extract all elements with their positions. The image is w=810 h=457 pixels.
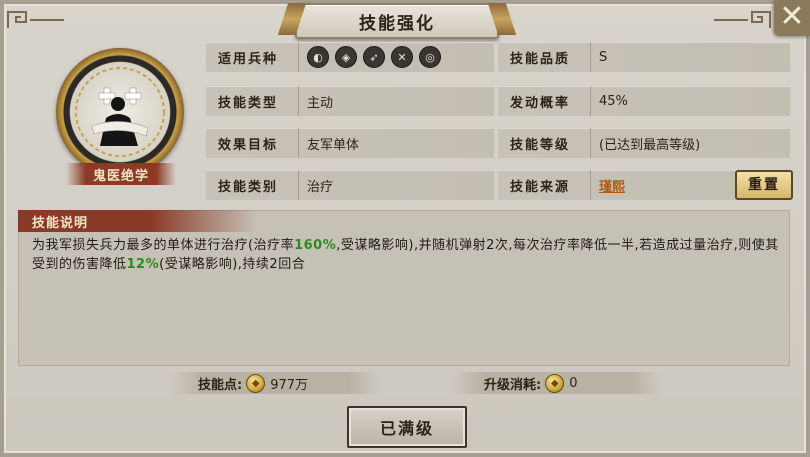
coin-icon: ◆: [246, 373, 266, 393]
window-title: 技能强化: [359, 13, 435, 34]
row-label: 技能等级: [498, 128, 591, 158]
close-button[interactable]: ✕: [774, 0, 810, 36]
upgrade-cost-label: 升级消耗:: [484, 377, 542, 393]
damage-reduction-value: 12%: [126, 257, 160, 272]
spear-unit-icon: ✕: [391, 46, 413, 68]
skill-name: 鬼医绝学: [92, 168, 149, 184]
row-label: 技能来源: [498, 170, 591, 200]
row-label: 效果目标: [206, 128, 299, 158]
info-row-quality: 技能品质 S: [498, 42, 790, 72]
info-row-category: 技能类别 治疗: [206, 170, 494, 200]
shield-unit-icon: ◐: [307, 46, 329, 68]
bow-unit-icon: ➶: [363, 46, 385, 68]
description-part: 为我军损失兵力最多的单体进行治疗(治疗率: [32, 238, 295, 253]
skill-emblem: [56, 48, 184, 176]
row-value: 主动: [307, 95, 334, 111]
skill-points-bar: 技能点: ◆ 977万: [170, 372, 380, 394]
skill-name-plate: 鬼医绝学: [66, 163, 176, 185]
corner-ornament-left: [7, 11, 64, 28]
row-value: 友军单体: [307, 137, 360, 153]
description-title: 技能说明: [32, 215, 89, 231]
upgrade-cost-value: 0: [569, 375, 578, 391]
info-row-level: 技能等级 (已达到最高等级): [498, 128, 790, 158]
row-value: S: [599, 49, 608, 65]
max-level-button[interactable]: 已满级: [347, 406, 467, 448]
skill-points-label: 技能点:: [198, 377, 243, 393]
reset-button[interactable]: 重置: [735, 170, 793, 200]
coin-icon: ◆: [545, 373, 565, 393]
info-row-unit-types: 适用兵种 ◐ ◈ ➶ ✕ ◎: [206, 42, 494, 72]
close-icon: ✕: [779, 0, 805, 34]
row-value: 45%: [599, 93, 628, 109]
description-text: 为我军损失兵力最多的单体进行治疗(治疗率160%,受谋略影响),并随机弹射2次,…: [32, 236, 782, 274]
source-link[interactable]: 瑾熙: [591, 176, 625, 195]
corner-ornament-right: [714, 11, 771, 28]
row-value: (已达到最高等级): [599, 137, 701, 153]
row-value: 治疗: [307, 179, 334, 195]
description-title-plate: 技能说明: [18, 210, 258, 232]
info-row-target: 效果目标 友军单体: [206, 128, 494, 158]
heal-rate-value: 160%: [294, 238, 337, 253]
title-plate: 技能强化: [295, 3, 499, 39]
description-part: (受谋略影响),持续2回合: [159, 257, 306, 272]
row-label: 发动概率: [498, 86, 591, 116]
row-label: 技能类别: [206, 170, 299, 200]
skill-points-value: 977万: [270, 377, 309, 393]
upgrade-cost-bar: 升级消耗: ◆ 0: [452, 372, 662, 394]
cavalry-unit-icon: ◎: [419, 46, 441, 68]
info-row-trigger-rate: 发动概率 45%: [498, 86, 790, 116]
info-row-skill-type: 技能类型 主动: [206, 86, 494, 116]
row-label: 技能品质: [498, 42, 591, 72]
archer-unit-icon: ◈: [335, 46, 357, 68]
row-label: 技能类型: [206, 86, 299, 116]
row-label: 适用兵种: [206, 42, 299, 72]
description-panel: [18, 210, 790, 366]
unit-icons: ◐ ◈ ➶ ✕ ◎: [299, 46, 441, 68]
healer-figure-icon: [75, 67, 165, 157]
